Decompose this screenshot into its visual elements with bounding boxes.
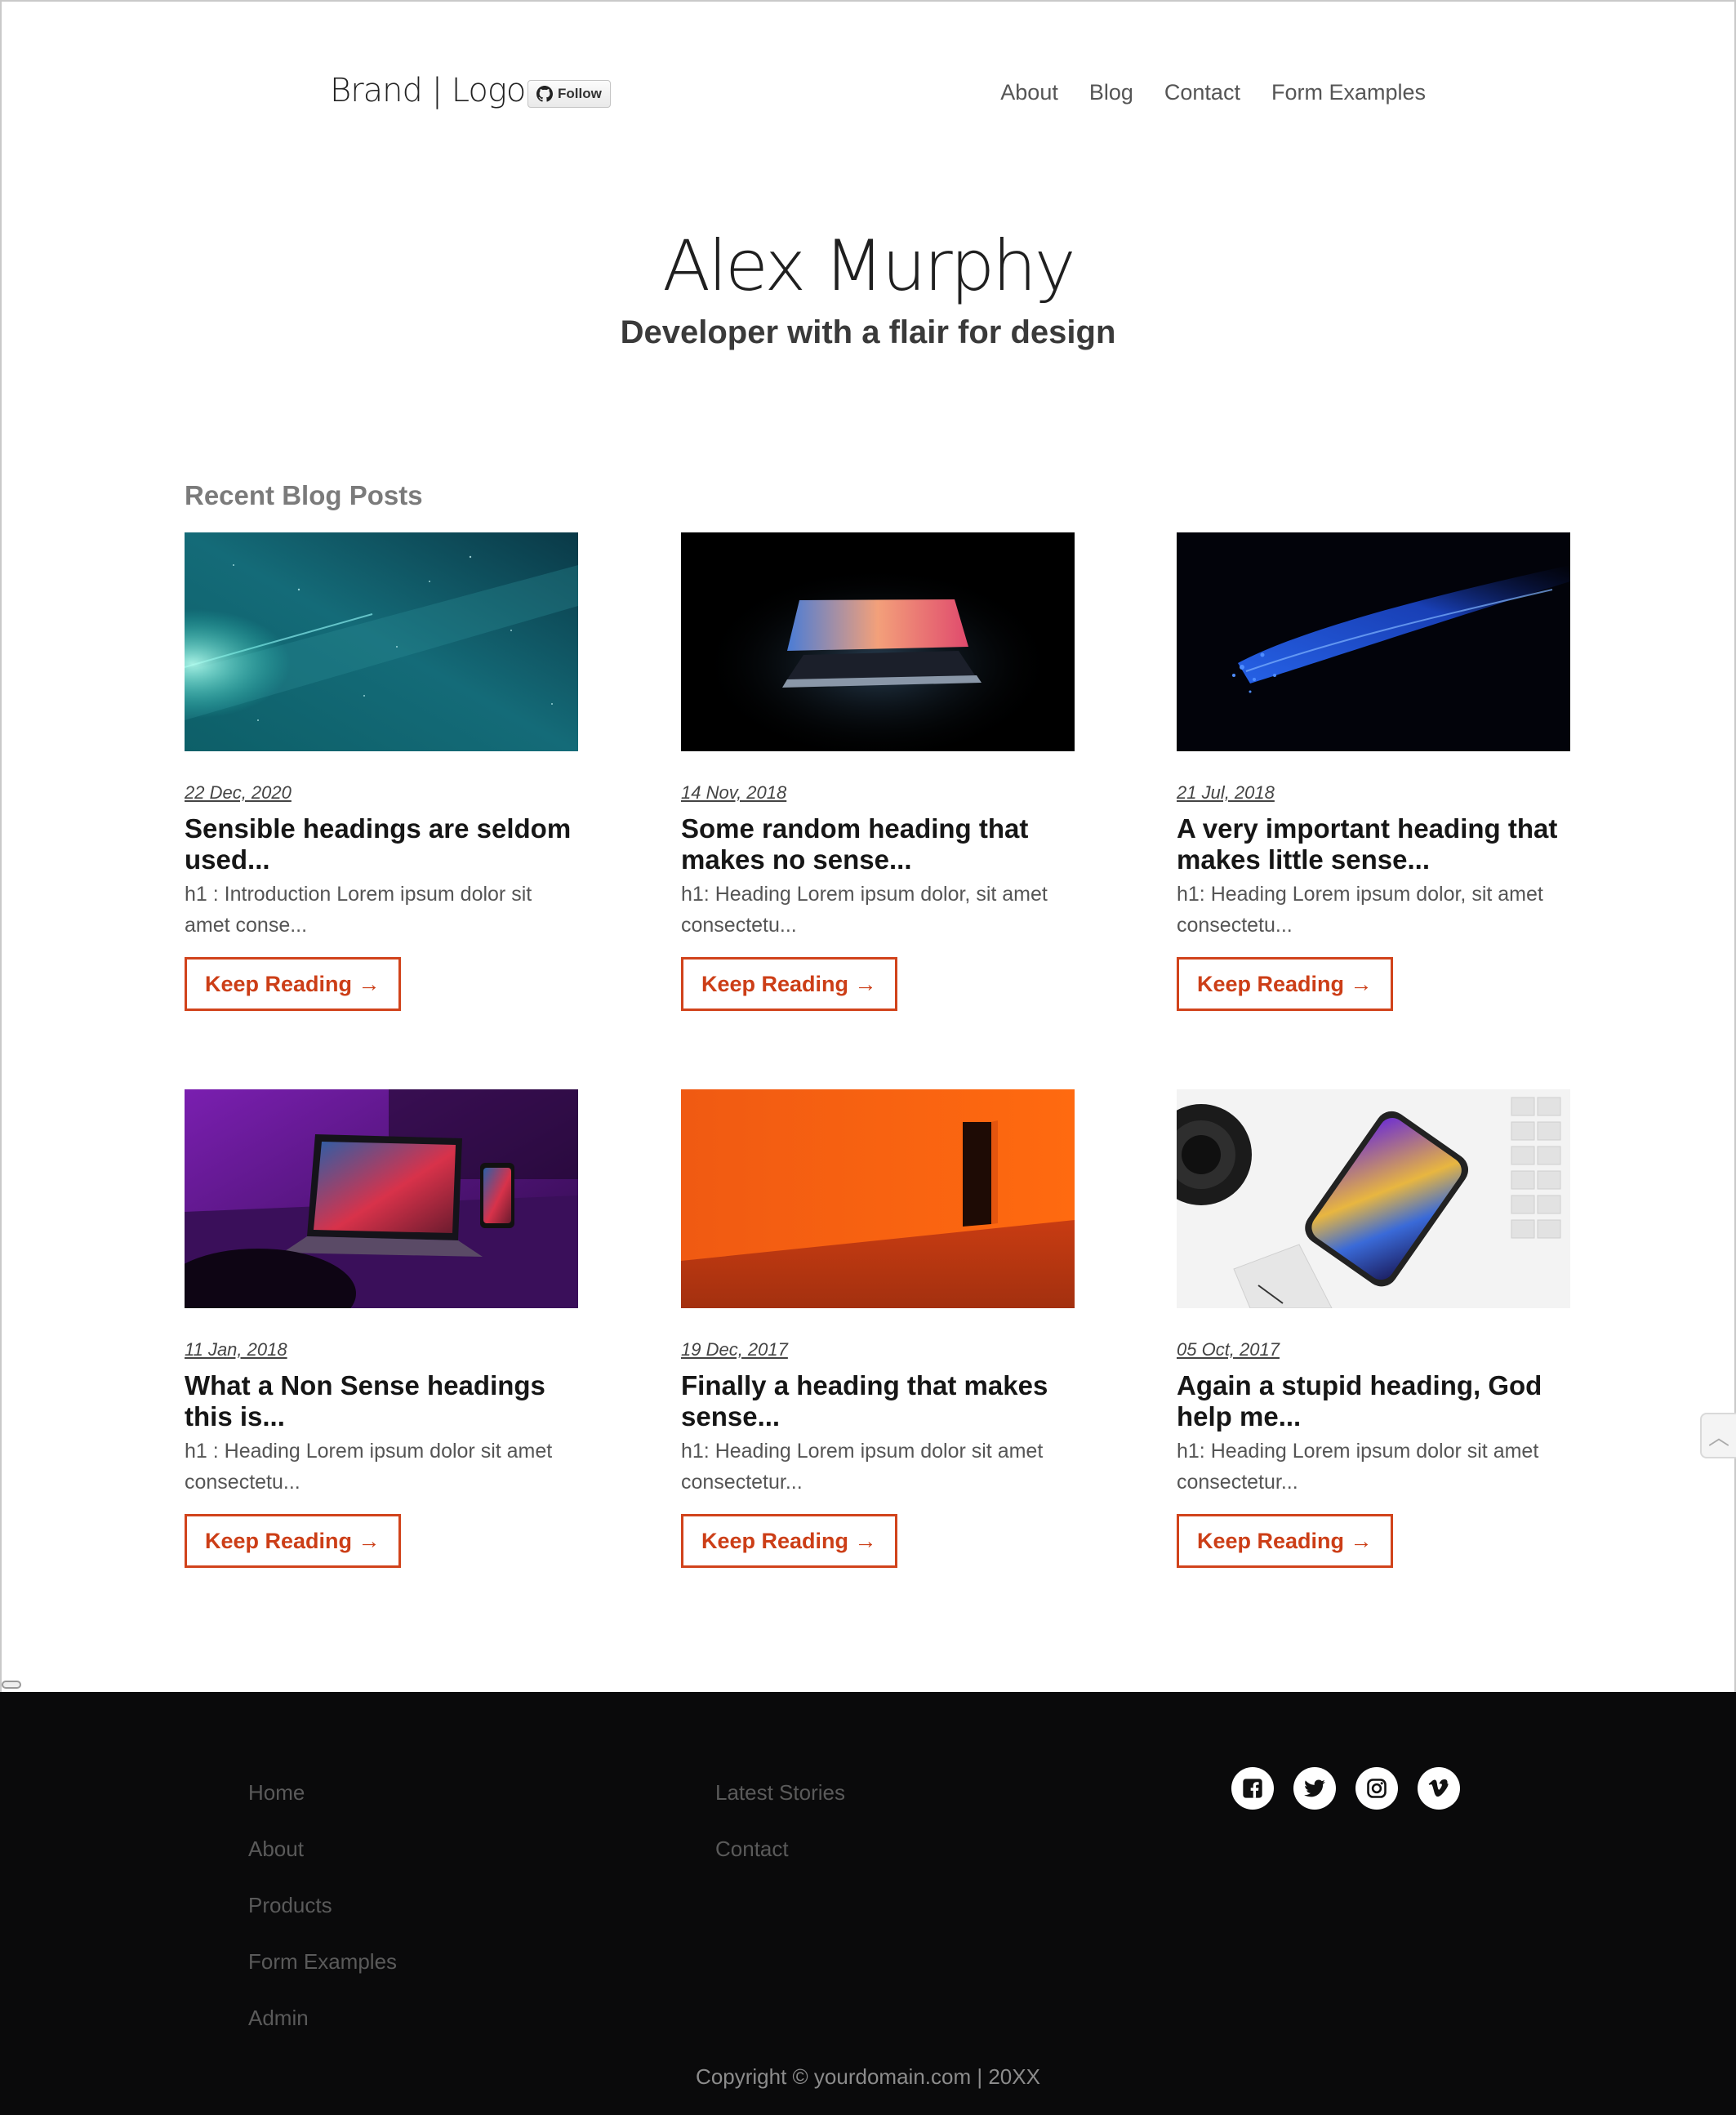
blog-post-card: 14 Nov, 2018 Some random heading that ma… (681, 532, 1075, 1011)
footer-link-home[interactable]: Home (248, 1780, 397, 1806)
nav-contact[interactable]: Contact (1164, 80, 1240, 105)
post-date: 11 Jan, 2018 (185, 1339, 287, 1360)
blog-post-card: 19 Dec, 2017 Finally a heading that make… (681, 1089, 1075, 1568)
footer-link-products[interactable]: Products (248, 1893, 397, 1918)
post-title[interactable]: Again a stupid heading, God help me... (1177, 1370, 1570, 1432)
keep-reading-button[interactable]: Keep Reading → (681, 957, 897, 1011)
post-excerpt: h1 : Heading Lorem ipsum dolor sit amet … (185, 1440, 553, 1494)
nav-blog[interactable]: Blog (1089, 80, 1133, 105)
hero-tagline: Developer with a flair for design (620, 314, 1116, 350)
instagram-link[interactable] (1355, 1767, 1398, 1810)
nav-about[interactable]: About (1000, 80, 1058, 105)
footer-link-latest-stories[interactable]: Latest Stories (715, 1780, 845, 1806)
post-thumbnail-purple-laptop[interactable] (185, 1089, 578, 1308)
post-title[interactable]: Finally a heading that makes sense... (681, 1370, 1075, 1432)
keep-reading-button[interactable]: Keep Reading → (1177, 1514, 1393, 1568)
recent-posts-heading: Recent Blog Posts (185, 480, 423, 510)
vimeo-icon (1428, 1779, 1449, 1797)
facebook-link[interactable] (1231, 1767, 1274, 1810)
footer-link-about[interactable]: About (248, 1837, 397, 1862)
github-follow-button[interactable]: Follow (527, 80, 611, 108)
post-title[interactable]: A very important heading that makes litt… (1177, 813, 1570, 875)
post-excerpt: h1: Heading Lorem ipsum dolor, sit amet … (681, 883, 1048, 937)
instagram-icon (1367, 1779, 1387, 1798)
blog-post-card: 05 Oct, 2017 Again a stupid heading, God… (1177, 1089, 1570, 1568)
footer-links-primary: Home About Products Form Examples Admin (248, 1780, 397, 2031)
post-excerpt: h1: Heading Lorem ipsum dolor, sit amet … (1177, 883, 1543, 937)
facebook-icon (1243, 1779, 1262, 1798)
footer-links-secondary: Latest Stories Contact (715, 1780, 845, 1862)
post-title[interactable]: Some random heading that makes no sense.… (681, 813, 1075, 875)
post-excerpt: h1 : Introduction Lorem ipsum dolor sit … (185, 883, 532, 937)
nav-form-examples[interactable]: Form Examples (1271, 80, 1426, 105)
github-icon (536, 86, 553, 102)
scroll-to-top-button[interactable]: ︿ (1700, 1413, 1736, 1458)
post-title[interactable]: What a Non Sense headings this is... (185, 1370, 578, 1432)
chevron-up-icon: ︿ (1707, 1424, 1729, 1449)
drag-handle[interactable] (2, 1681, 21, 1689)
post-thumbnail-orange-room[interactable] (681, 1089, 1075, 1308)
post-excerpt: h1: Heading Lorem ipsum dolor sit amet c… (681, 1440, 1044, 1494)
post-date: 19 Dec, 2017 (681, 1339, 788, 1360)
keep-reading-button[interactable]: Keep Reading → (185, 957, 401, 1011)
keep-reading-button[interactable]: Keep Reading → (1177, 957, 1393, 1011)
post-date: 22 Dec, 2020 (185, 782, 292, 803)
blog-post-card: 21 Jul, 2018 A very important heading th… (1177, 532, 1570, 1011)
post-date: 05 Oct, 2017 (1177, 1339, 1280, 1360)
social-links (1231, 1767, 1460, 1810)
vimeo-link[interactable] (1418, 1767, 1460, 1810)
post-title[interactable]: Sensible headings are seldom used... (185, 813, 578, 875)
site-header: Brand | Logo Follow About Blog Contact F… (0, 0, 1736, 193)
post-excerpt: h1: Heading Lorem ipsum dolor sit amet c… (1177, 1440, 1539, 1494)
footer-link-form-examples[interactable]: Form Examples (248, 1949, 397, 1975)
twitter-link[interactable] (1293, 1767, 1336, 1810)
hero-name: Alex Murphy (662, 225, 1075, 307)
post-date: 21 Jul, 2018 (1177, 782, 1275, 803)
footer-link-admin[interactable]: Admin (248, 2006, 397, 2031)
blog-post-card: 11 Jan, 2018 What a Non Sense headings t… (185, 1089, 578, 1568)
footer-link-contact[interactable]: Contact (715, 1837, 845, 1862)
post-thumbnail-comet[interactable] (1177, 532, 1570, 751)
brand-logo[interactable]: Brand | Logo (330, 72, 526, 109)
post-thumbnail-laptop[interactable] (681, 532, 1075, 751)
post-thumbnail-galaxy[interactable] (185, 532, 578, 751)
follow-label: Follow (558, 86, 602, 101)
post-thumbnail-phone-desk[interactable] (1177, 1089, 1570, 1308)
copyright-text: Copyright © yourdomain.com | 20XX (696, 2064, 1040, 2089)
keep-reading-button[interactable]: Keep Reading → (681, 1514, 897, 1568)
site-footer: Home About Products Form Examples Admin … (0, 1692, 1736, 2115)
main-nav: About Blog Contact Form Examples (1000, 80, 1426, 105)
keep-reading-button[interactable]: Keep Reading → (185, 1514, 401, 1568)
post-date: 14 Nov, 2018 (681, 782, 787, 803)
twitter-icon (1304, 1779, 1325, 1797)
blog-post-card: 22 Dec, 2020 Sensible headings are seldo… (185, 532, 578, 1011)
